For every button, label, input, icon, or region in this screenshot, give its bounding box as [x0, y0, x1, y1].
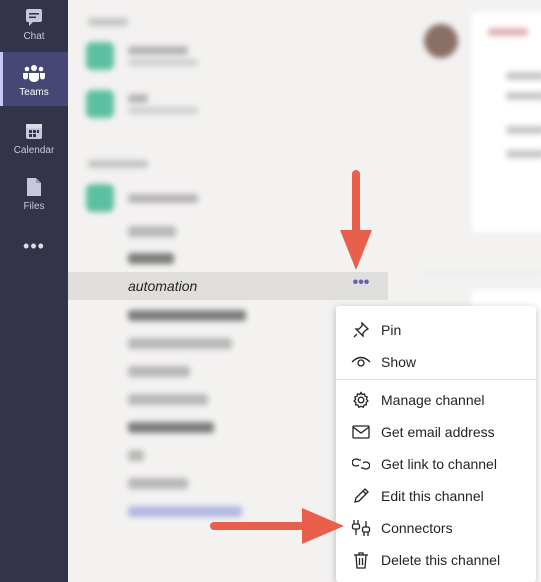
rail-files[interactable]: Files: [0, 172, 68, 224]
link-icon: [351, 454, 371, 474]
annotation-arrow-right: [210, 508, 344, 544]
app-rail: Chat Teams Calendar Files •••: [0, 0, 68, 582]
teams-icon: [23, 62, 45, 84]
eye-icon: [351, 352, 371, 372]
pencil-icon: [351, 486, 371, 506]
menu-item-show[interactable]: Show: [336, 346, 536, 378]
trash-icon: [351, 550, 371, 570]
rail-more-apps-button[interactable]: •••: [0, 234, 68, 258]
rail-calendar[interactable]: Calendar: [0, 116, 68, 168]
pin-icon: [351, 320, 371, 340]
channel-item[interactable]: [128, 226, 176, 237]
channel-item-selected[interactable]: automation •••: [68, 272, 388, 300]
menu-item-connectors[interactable]: Connectors: [336, 512, 536, 544]
menu-item-pin[interactable]: Pin: [336, 314, 536, 346]
menu-item-get-link[interactable]: Get link to channel: [336, 448, 536, 480]
team-item[interactable]: [86, 90, 198, 118]
rail-chat[interactable]: Chat: [0, 2, 68, 54]
channel-item[interactable]: [128, 422, 214, 433]
connector-icon: [351, 518, 371, 538]
team-item[interactable]: [86, 42, 198, 70]
menu-item-delete-channel[interactable]: Delete this channel: [336, 544, 536, 576]
channel-item[interactable]: [128, 310, 246, 321]
more-options-button[interactable]: •••: [350, 275, 372, 294]
gear-icon: [351, 390, 371, 410]
channel-item[interactable]: [128, 394, 208, 405]
menu-item-label: Get email address: [381, 424, 495, 440]
calendar-icon: [23, 120, 45, 142]
rail-label-files: Files: [23, 201, 45, 212]
channel-item[interactable]: [128, 366, 190, 377]
menu-item-get-email-address[interactable]: Get email address: [336, 416, 536, 448]
menu-item-label: Show: [381, 354, 417, 370]
annotation-arrow-down: [340, 170, 372, 270]
avatar: [424, 24, 458, 58]
menu-item-label: Connectors: [381, 520, 453, 536]
rail-label-teams: Teams: [19, 87, 49, 98]
rail-label-calendar: Calendar: [13, 145, 55, 156]
files-icon: [23, 176, 45, 198]
chat-icon: [23, 6, 45, 28]
menu-item-edit-channel[interactable]: Edit this channel: [336, 480, 536, 512]
menu-item-label: Pin: [381, 322, 402, 338]
menu-item-label: Get link to channel: [381, 456, 497, 472]
channel-item[interactable]: [128, 253, 174, 264]
mail-icon: [351, 422, 371, 442]
channel-name: automation: [128, 278, 198, 294]
rail-label-chat: Chat: [23, 31, 45, 42]
menu-item-label: Edit this channel: [381, 488, 484, 504]
channel-context-menu: Pin Show Manage channel Get email addres…: [336, 306, 536, 582]
channel-item[interactable]: [128, 450, 144, 461]
menu-item-manage-channel[interactable]: Manage channel: [336, 384, 536, 416]
channel-item[interactable]: [128, 338, 232, 349]
channel-item[interactable]: [128, 478, 188, 489]
rail-teams[interactable]: Teams: [0, 52, 68, 106]
menu-item-label: Manage channel: [381, 392, 485, 408]
menu-divider: [336, 379, 536, 380]
menu-item-label: Delete this channel: [381, 552, 501, 568]
team-item[interactable]: [86, 184, 198, 212]
